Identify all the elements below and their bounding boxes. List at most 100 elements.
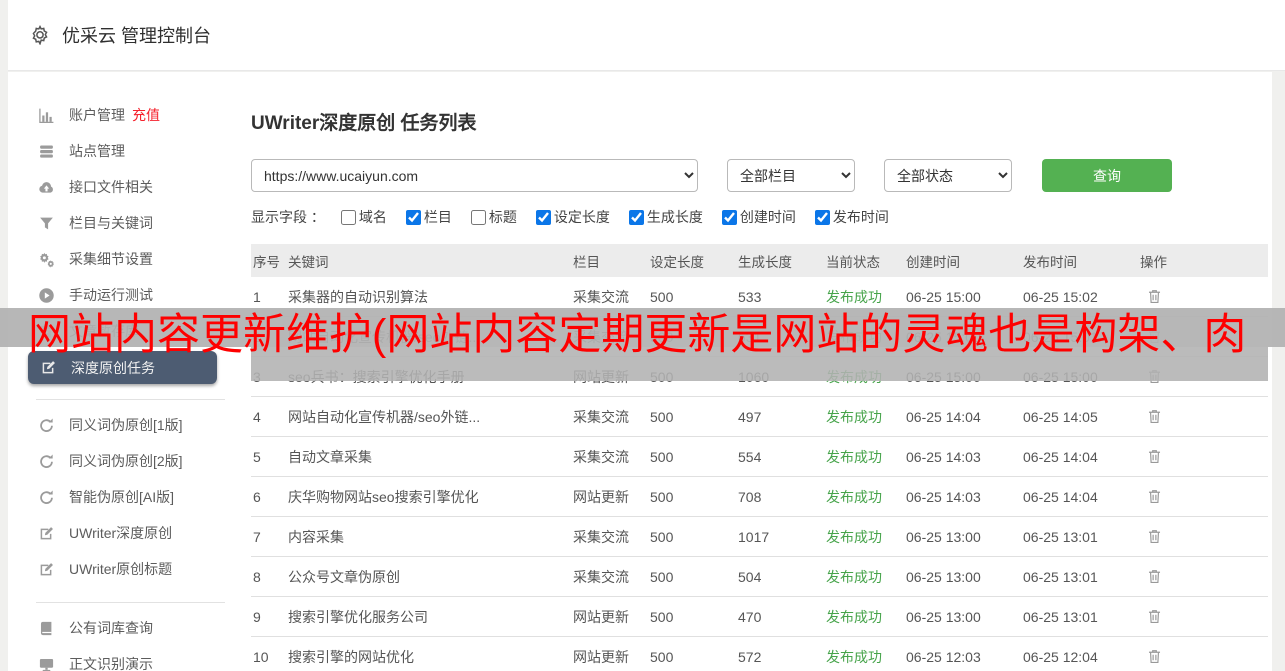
cell-column: 采集交流 — [571, 556, 648, 597]
sidebar-item-公有词库查询[interactable]: 公有词库查询 — [8, 610, 251, 646]
column-select[interactable]: 全部栏目 — [727, 159, 855, 192]
column-header-生成长度: 生成长度 — [736, 244, 824, 277]
column-header-栏目: 栏目 — [571, 244, 648, 277]
recharge-badge[interactable]: 充值 — [132, 105, 160, 125]
sidebar: 账户管理充值站点管理接口文件相关栏目与关键词采集细节设置手动运行测试文章暂存库深… — [8, 72, 251, 671]
table-row: 8 公众号文章伪原创 采集交流 500 504 发布成功 06-25 13:00 06-25 … — [251, 556, 1268, 597]
table-row: 10 搜索引擎的网站优化 网站更新 500 572 发布成功 06-25 12:03 06-2… — [251, 636, 1268, 671]
sidebar-item-正文识别演示[interactable]: 正文识别演示 — [8, 646, 251, 671]
sidebar-item-label: 采集细节设置 — [69, 251, 153, 267]
server-icon — [38, 143, 55, 160]
display-fields-row: 显示字段 ： 域名 栏目 标题 设定长度 生成长度 创建时间 发布时间 — [251, 207, 1272, 227]
cell-created: 06-25 13:00 — [904, 556, 1021, 597]
field-checkbox-发布时间[interactable] — [814, 209, 830, 225]
cell-set_len: 500 — [648, 436, 736, 477]
field-option-标题[interactable]: 标题 — [470, 207, 517, 227]
cell-no: 10 — [251, 636, 286, 671]
cell-column: 网站更新 — [571, 636, 648, 671]
filter-icon — [38, 215, 55, 232]
cell-keyword: 搜索引擎优化服务公司 — [286, 596, 571, 637]
sidebar-item-UWriter原创标题[interactable]: UWriter原创标题 — [8, 551, 251, 587]
sidebar-item-采集细节设置[interactable]: 采集细节设置 — [8, 241, 251, 277]
table-row: 5 自动文章采集 采集交流 500 554 发布成功 06-25 14:03 06-25 14… — [251, 436, 1268, 477]
cell-created: 06-25 14:04 — [904, 396, 1021, 437]
sidebar-item-接口文件相关[interactable]: 接口文件相关 — [8, 169, 251, 205]
cloud-upload-icon — [38, 179, 55, 196]
delete-button[interactable] — [1144, 406, 1165, 427]
cell-keyword: 公众号文章伪原创 — [286, 556, 571, 597]
delete-button[interactable] — [1144, 446, 1165, 467]
query-button[interactable]: 查询 — [1042, 159, 1172, 192]
cell-published: 06-25 13:01 — [1021, 556, 1138, 597]
cell-column: 采集交流 — [571, 396, 648, 437]
book-icon — [38, 620, 55, 637]
delete-button[interactable] — [1144, 646, 1165, 667]
cell-published: 06-25 13:01 — [1021, 516, 1138, 557]
field-checkbox-生成长度[interactable] — [628, 209, 644, 225]
field-option-发布时间[interactable]: 发布时间 — [814, 207, 889, 227]
sidebar-item-栏目与关键词[interactable]: 栏目与关键词 — [8, 205, 251, 241]
field-option-设定长度[interactable]: 设定长度 — [535, 207, 610, 227]
field-option-创建时间[interactable]: 创建时间 — [721, 207, 796, 227]
sidebar-item-label: 手动运行测试 — [69, 287, 153, 303]
sidebar-item-站点管理[interactable]: 站点管理 — [8, 133, 251, 169]
field-checkbox-label: 发布时间 — [832, 209, 889, 225]
field-option-栏目[interactable]: 栏目 — [405, 207, 452, 227]
sidebar-item-label: 账户管理 — [69, 107, 125, 123]
field-checkbox-域名[interactable] — [340, 209, 356, 225]
field-checkbox-label: 标题 — [488, 209, 517, 225]
play-icon — [38, 287, 55, 304]
cell-keyword: 搜索引擎的网站优化 — [286, 636, 571, 671]
cell-no: 7 — [251, 516, 286, 557]
column-header-序号: 序号 — [251, 244, 286, 277]
cell-no: 4 — [251, 396, 286, 437]
status-select[interactable]: 全部状态 — [884, 159, 1012, 192]
site-select[interactable]: https://www.ucaiyun.com — [251, 159, 698, 192]
sidebar-item-智能伪原创[AI版][interactable]: 智能伪原创[AI版] — [8, 479, 251, 515]
column-header-创建时间: 创建时间 — [904, 244, 1021, 277]
sidebar-item-UWriter深度原创[interactable]: UWriter深度原创 — [8, 515, 251, 551]
app-title: 优采云 管理控制台 — [62, 26, 212, 46]
field-option-生成长度[interactable]: 生成长度 — [628, 207, 703, 227]
delete-button[interactable] — [1144, 566, 1165, 587]
cell-no: 8 — [251, 556, 286, 597]
sidebar-item-label: UWriter深度原创 — [69, 525, 173, 541]
sidebar-item-label: 同义词伪原创[1版] — [69, 417, 183, 433]
table-header: 序号 关键词 栏目 设定长度 生成长度 当前状态 创建时间 发布时间 操作 — [251, 244, 1268, 277]
field-checkbox-设定长度[interactable] — [535, 209, 551, 225]
page: 优采云 管理控制台 账户管理 充值 站点管理 接口文件相关 栏目与关键词 采集细节设置 手动… — [0, 0, 1285, 671]
cell-gen_len: 497 — [736, 396, 824, 437]
delete-button[interactable] — [1144, 606, 1165, 627]
cell-gen_len: 708 — [736, 476, 824, 517]
field-option-域名[interactable]: 域名 — [340, 207, 387, 227]
column-header-当前状态: 当前状态 — [824, 244, 904, 277]
delete-button[interactable] — [1144, 526, 1165, 547]
bar-chart-icon — [38, 107, 55, 124]
cell-set_len: 500 — [648, 396, 736, 437]
cell-no: 5 — [251, 436, 286, 477]
refresh-icon — [38, 417, 55, 434]
delete-button[interactable] — [1144, 486, 1165, 507]
cell-actions — [1138, 596, 1268, 637]
sidebar-item-账户管理[interactable]: 账户管理 充值 — [8, 97, 251, 133]
table-row: 6 庆华购物网站seo搜索引擎优化 网站更新 500 708 发布成功 06-25 14:0… — [251, 476, 1268, 517]
delete-button[interactable] — [1144, 286, 1165, 307]
field-checkbox-栏目[interactable] — [405, 209, 421, 225]
watermark-text: 网站内容更新维护(网站内容定期更新是网站的灵魂也是构架、肉 — [28, 311, 1247, 359]
field-checkbox-标题[interactable] — [470, 209, 486, 225]
cell-set_len: 500 — [648, 596, 736, 637]
cell-status: 发布成功 — [824, 636, 904, 671]
field-checkbox-label: 域名 — [358, 209, 387, 225]
cell-status: 发布成功 — [824, 516, 904, 557]
gear-icon — [30, 24, 50, 46]
cell-created: 06-25 13:00 — [904, 596, 1021, 637]
sidebar-item-同义词伪原创[2版][interactable]: 同义词伪原创[2版] — [8, 443, 251, 479]
cell-set_len: 500 — [648, 476, 736, 517]
sidebar-item-label: 栏目与关键词 — [69, 215, 153, 231]
sidebar-item-同义词伪原创[1版][interactable]: 同义词伪原创[1版] — [8, 407, 251, 443]
field-checkbox-创建时间[interactable] — [721, 209, 737, 225]
top-bar: 优采云 管理控制台 — [8, 0, 1285, 71]
cell-actions — [1138, 396, 1268, 437]
column-header-关键词: 关键词 — [286, 244, 571, 277]
column-header-操作: 操作 — [1138, 244, 1268, 277]
